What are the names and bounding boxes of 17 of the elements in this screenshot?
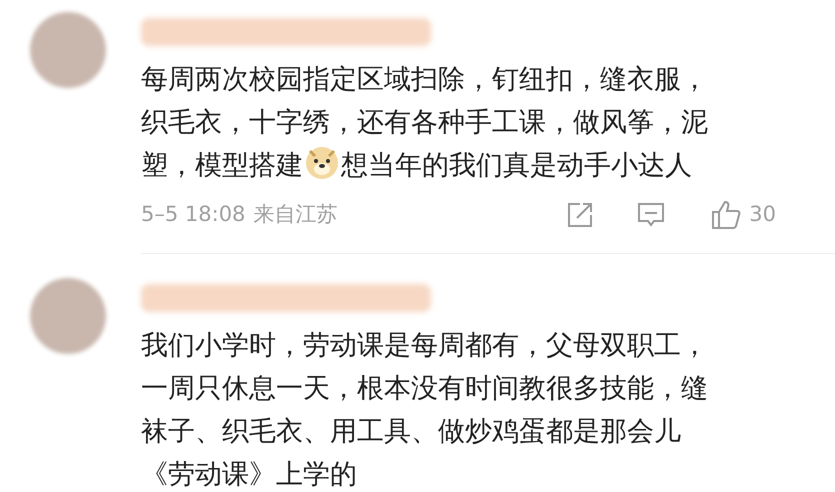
comment-text: 织毛衣，十字绣，还有各种手工课，做风筝，泥 — [141, 107, 708, 138]
comment-text: 袜子、织毛衣、用工具、做炒鸡蛋都是那会儿 — [141, 416, 681, 447]
comment-text: 每周两次校园指定区域扫除，钉纽扣，缝衣服， — [141, 64, 708, 95]
avatar[interactable] — [30, 12, 106, 88]
like-count: 30 — [749, 201, 776, 228]
thumbs-up-icon[interactable] — [711, 200, 742, 230]
comment-text: 《劳动课》上学的 — [141, 459, 357, 490]
avatar[interactable] — [30, 278, 106, 354]
comment-icon[interactable] — [637, 201, 666, 229]
comment-location: 来自江苏 — [253, 201, 338, 228]
comment-text: 一周只休息一天，根本没有时间教很多技能，缝 — [141, 373, 708, 404]
share-icon[interactable] — [567, 202, 594, 228]
comment-time: 5–5 18:08 — [141, 201, 246, 228]
comment-text: 我们小学时，劳动课是每周都有，父母双职工， — [141, 330, 708, 361]
comment-text: 塑，模型搭建 — [141, 150, 303, 181]
dog-face-icon — [305, 146, 339, 180]
comment-text: 想当年的我们真是动手小达人 — [341, 150, 692, 181]
